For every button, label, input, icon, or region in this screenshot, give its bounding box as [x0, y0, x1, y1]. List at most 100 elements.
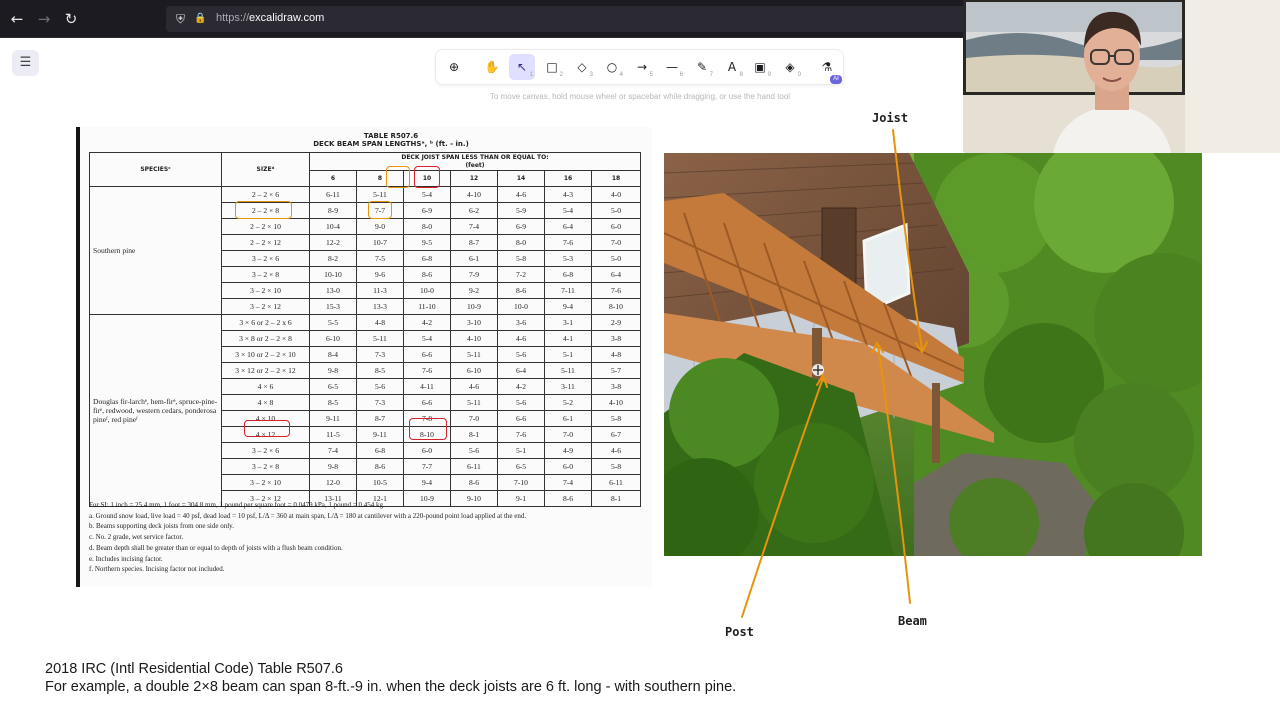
- span-header: DECK JOIST SPAN LESS THAN OR EQUAL TO: (f…: [309, 152, 641, 171]
- highlight-7-7[interactable]: [368, 201, 392, 219]
- span-value-cell: 5-1: [497, 442, 545, 459]
- span-value-cell: 3-10: [450, 314, 498, 331]
- span-value-cell: 10-0: [403, 282, 451, 299]
- shape-toolbar: ⊕ ✋ ↖ 1 □ 2 ◇ 3 ○ 4 → 5—6 ✎ 7 A 8 ▣ 9 ◈ 0 ⚗ AI: [436, 50, 843, 84]
- tool-hand[interactable]: ✋: [479, 54, 505, 80]
- span-value-cell: 8-6: [356, 458, 404, 475]
- tool-eraser[interactable]: ◈ 0: [777, 54, 803, 80]
- main-menu-button[interactable]: ☰: [12, 50, 39, 76]
- joist-label[interactable]: Joist: [872, 111, 908, 125]
- span-value-cell: 3-8: [591, 378, 641, 395]
- highlight-col-8[interactable]: [386, 166, 410, 188]
- table-footnotes: For SI: 1 inch = 25.4 mm, 1 foot = 304.8…: [89, 500, 649, 575]
- span-value-cell: 6-5: [497, 458, 545, 475]
- span-value-cell: 6-2: [450, 202, 498, 219]
- span-value-cell: 3-11: [544, 378, 592, 395]
- tool-rectangle[interactable]: □ 2: [539, 54, 565, 80]
- table-row: Douglas fir-larchᵉ, hem-firᵉ, spruce-pin…: [89, 314, 641, 507]
- table-header-row: SPECIESᶜ SIZEᵈ DECK JOIST SPAN LESS THAN O…: [89, 152, 641, 187]
- url-scheme: https://: [216, 12, 250, 24]
- span-value-cell: 11-5: [309, 426, 357, 443]
- tool-ellipse[interactable]: ○ 4: [599, 54, 625, 80]
- span-value-cell: 6-4: [544, 218, 592, 235]
- tool-selection[interactable]: ↖ 1: [509, 54, 535, 80]
- span-value-cell: 8-5: [309, 394, 357, 411]
- tool-text[interactable]: A8: [719, 54, 745, 80]
- highlight-col-10[interactable]: [414, 166, 440, 188]
- span-value-cell: 7-6: [591, 282, 641, 299]
- span-value-cell: 8-1: [450, 426, 498, 443]
- span-value-cell: 6-1: [544, 410, 592, 427]
- span-value-cell: 6-10: [309, 330, 357, 347]
- span-value-cell: 8-0: [497, 234, 545, 251]
- span-value-cell: 10-4: [309, 218, 357, 235]
- span-value-cell: 5-11: [450, 346, 498, 363]
- table-edge-bar: [76, 127, 80, 587]
- tool-shortcut: 3: [589, 72, 593, 78]
- rectangle-icon: □: [546, 60, 558, 74]
- span-value-cell: 6-6: [403, 346, 451, 363]
- tool-shortcut: 9: [767, 72, 771, 78]
- span-value-cell: 7-0: [450, 410, 498, 427]
- beam-label[interactable]: Beam: [898, 614, 927, 628]
- tool-lock[interactable]: ⊕: [441, 54, 467, 80]
- span-value-cell: 6-9: [497, 218, 545, 235]
- span-table-image[interactable]: TABLE R507.6 DECK BEAM SPAN LENGTHSᵃ, ᵇ …: [76, 127, 652, 587]
- span-value-cell: 13-3: [356, 298, 404, 315]
- span-value-cell: 12-0: [309, 474, 357, 491]
- url-text[interactable]: https://excalidraw.com: [216, 12, 324, 24]
- highlight-4x12[interactable]: [244, 420, 290, 437]
- span-column-header: 18: [591, 170, 641, 187]
- deck-photo[interactable]: [664, 153, 1202, 556]
- span-value-cell: 5-11: [356, 330, 404, 347]
- address-bar[interactable]: ⛨ 🔒 https://excalidraw.com: [166, 6, 966, 32]
- post-label[interactable]: Post: [725, 625, 754, 639]
- tool-shortcut: 2: [559, 72, 563, 78]
- species-cell: Southern pine: [89, 186, 222, 315]
- span-header-text: DECK JOIST SPAN LESS THAN OR EQUAL TO:: [401, 153, 549, 161]
- span-value-cell: 5-1: [544, 346, 592, 363]
- span-value-cell: 9-6: [356, 266, 404, 283]
- back-button[interactable]: ←: [7, 9, 27, 29]
- size-cell: 3 × 12 or 2 – 2 × 12: [221, 362, 310, 379]
- span-value-cell: 6-4: [497, 362, 545, 379]
- forward-button[interactable]: →: [34, 9, 54, 29]
- caption-line-2: For example, a double 2×8 beam can span …: [45, 679, 737, 695]
- table-title-line2: DECK BEAM SPAN LENGTHSᵃ, ᵇ (ft. - in.): [313, 140, 469, 148]
- span-value-cell: 5-0: [591, 250, 641, 267]
- span-value-cell: 5-3: [544, 250, 592, 267]
- span-value-cell: 5-11: [450, 394, 498, 411]
- lock-icon[interactable]: 🔒: [194, 10, 206, 28]
- span-header-unit: (feet): [465, 161, 485, 169]
- span-value-cell: 7-9: [450, 266, 498, 283]
- span-value-cell: 4-10: [450, 186, 498, 203]
- tool-diamond[interactable]: ◇ 3: [569, 54, 595, 80]
- lock-icon: ⊕: [448, 60, 460, 74]
- highlight-2x2x8[interactable]: [235, 201, 292, 219]
- span-value-cell: 7-0: [591, 234, 641, 251]
- diamond-icon: ◇: [577, 60, 587, 74]
- size-cell: 2 – 2 × 12: [221, 234, 310, 251]
- span-value-cell: 8-9: [309, 202, 357, 219]
- webcam-video: [963, 0, 1280, 153]
- tool-ai[interactable]: ⚗ AI: [814, 54, 842, 84]
- tool-arrow[interactable]: → 5: [629, 54, 655, 80]
- span-value-cell: 5-8: [497, 250, 545, 267]
- span-value-cell: 13-0: [309, 282, 357, 299]
- hand-icon: ✋: [484, 60, 500, 74]
- tool-draw[interactable]: ✎ 7: [689, 54, 715, 80]
- span-value-cell: 6-0: [544, 458, 592, 475]
- span-value-cell: 4-2: [497, 378, 545, 395]
- span-value-cell: 6-6: [403, 394, 451, 411]
- span-value-cell: 6-11: [591, 474, 641, 491]
- size-cell: 3 – 2 × 10: [221, 282, 310, 299]
- size-cell: 3 – 2 × 10: [221, 474, 310, 491]
- shield-icon[interactable]: ⛨: [176, 10, 185, 28]
- tool-image[interactable]: ▣ 9: [747, 54, 773, 80]
- span-value-cell: 7-6: [403, 362, 451, 379]
- tool-shortcut: 1: [529, 72, 533, 78]
- highlight-8-10[interactable]: [409, 418, 447, 440]
- deck-beam-span-table: SPECIESᶜ SIZEᵈ DECK JOIST SPAN LESS THAN O…: [89, 152, 641, 507]
- tool-line[interactable]: —6: [659, 54, 685, 80]
- reload-button[interactable]: ↻: [61, 9, 81, 29]
